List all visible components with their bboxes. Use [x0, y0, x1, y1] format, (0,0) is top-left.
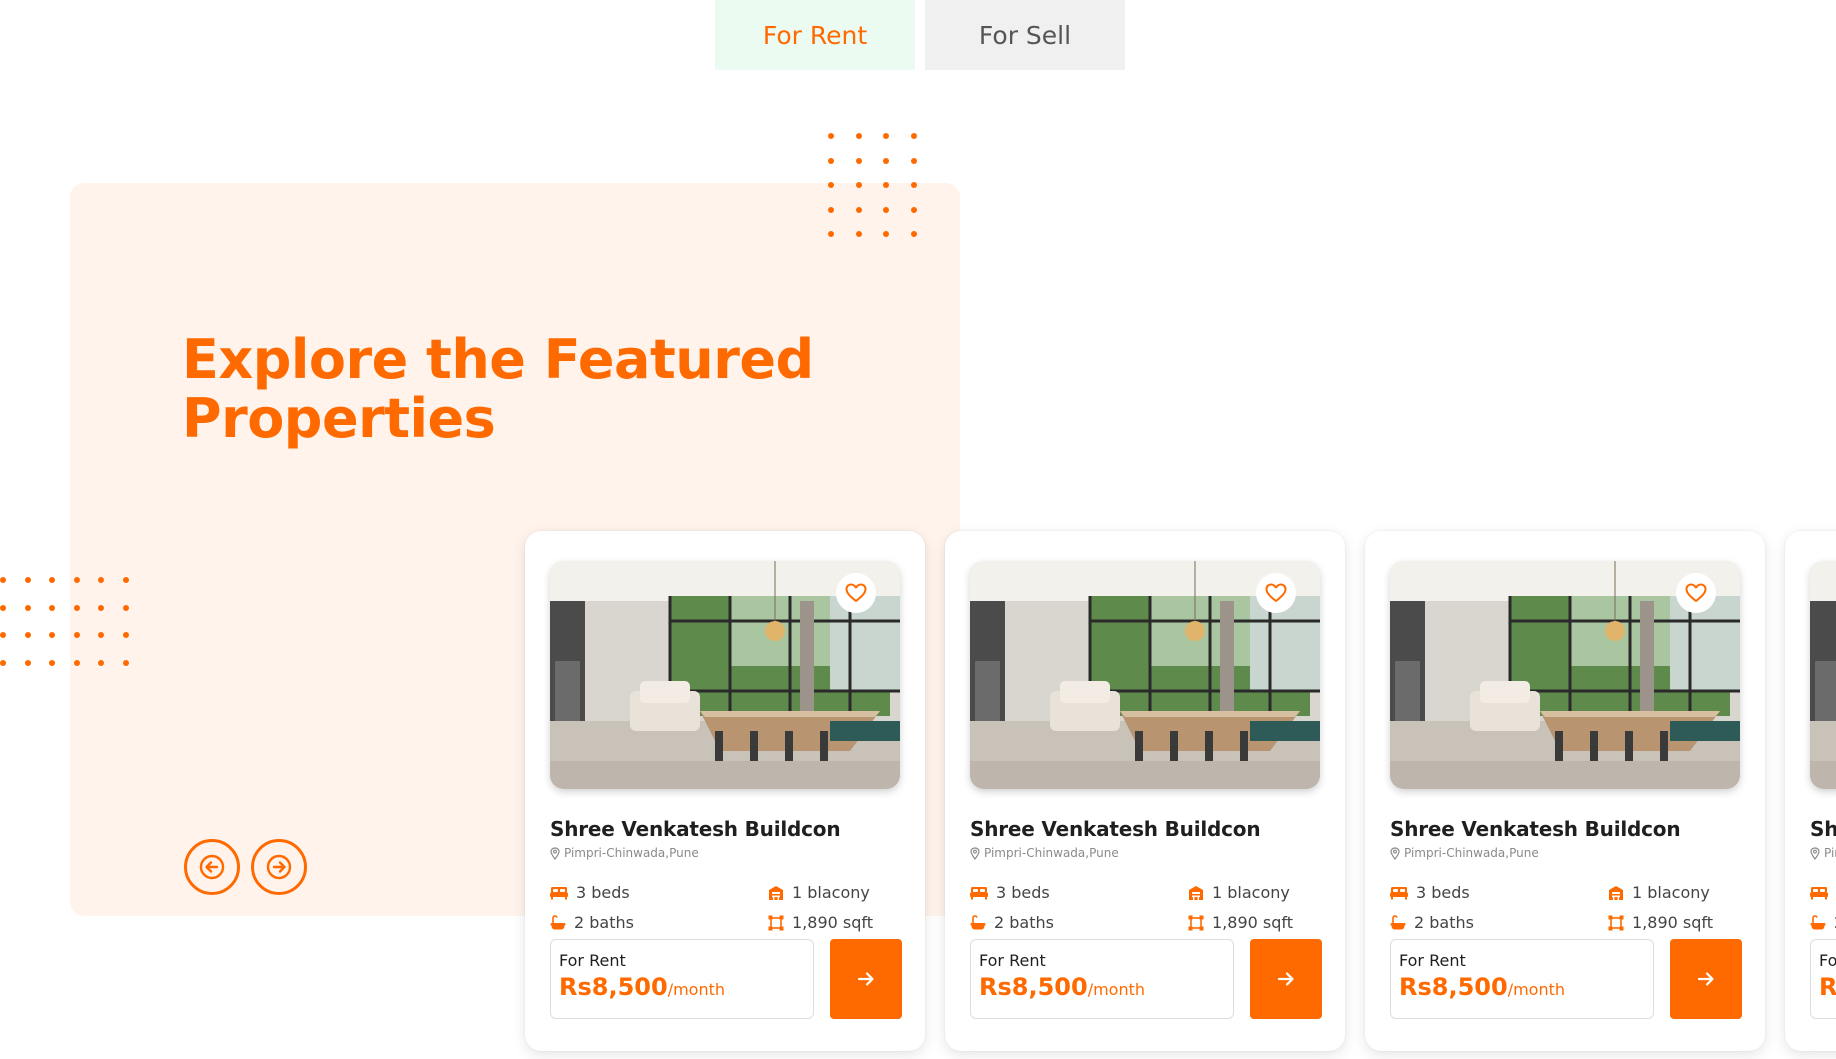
arrow-right-icon — [1697, 972, 1714, 986]
property-location: Pimpri-Chinwada,Pune — [1810, 846, 1836, 860]
area-info: 1,890 sqft — [768, 913, 873, 932]
bath-icon — [1390, 914, 1406, 929]
bath-icon — [1810, 914, 1826, 929]
location-text: Pimpri-Chinwada,Pune — [1404, 846, 1539, 860]
beds-info: 3 beds — [1810, 883, 1836, 902]
bed-icon — [1390, 886, 1408, 899]
heart-icon — [1685, 583, 1707, 602]
location-text: Pimpri-Chinwada,Pune — [564, 846, 699, 860]
location-text: Pimpri-Chinwada,Pune — [1824, 846, 1836, 860]
property-card: Shree Venkatesh Buildcon Pimpri-Chinwada… — [1785, 531, 1836, 1051]
property-location: Pimpri-Chinwada,Pune — [1390, 846, 1539, 860]
price-value: Rs8,500 — [1819, 973, 1836, 1001]
property-location: Pimpri-Chinwada,Pune — [550, 846, 699, 860]
bath-icon — [550, 914, 566, 929]
listing-status: For Rent — [979, 951, 1046, 970]
balcony-icon — [1189, 885, 1203, 900]
balcony-icon — [769, 885, 783, 900]
location-pin-icon — [1810, 846, 1820, 860]
bath-icon — [970, 914, 986, 929]
property-card: Shree Venkatesh Buildcon Pimpri-Chinwada… — [945, 531, 1345, 1051]
property-carousel: Shree Venkatesh Buildcon Pimpri-Chinwada… — [0, 0, 1836, 1059]
balcony-text: 1 blacony — [1632, 883, 1710, 902]
area-icon — [1608, 915, 1624, 930]
beds-info: 3 beds — [970, 883, 1050, 902]
price-box: For Rent Rs8,500/month — [1810, 939, 1836, 1019]
area-text: 1,890 sqft — [1632, 913, 1714, 932]
balcony-text: 1 blacony — [792, 883, 870, 902]
price-value: Rs8,500 — [979, 973, 1088, 1001]
property-name[interactable]: Shree Venkatesh Buildcon — [970, 817, 1261, 841]
price-value: Rs8,500 — [559, 973, 668, 1001]
heart-icon — [845, 583, 867, 602]
price-box: For Rent Rs8,500/month — [550, 939, 814, 1019]
property-card: Shree Venkatesh Buildcon Pimpri-Chinwada… — [525, 531, 925, 1051]
arrow-right-icon — [857, 972, 874, 986]
price-period: /month — [1507, 980, 1566, 999]
heart-icon — [1265, 583, 1287, 602]
bed-icon — [1810, 886, 1828, 899]
area-text: 1,890 sqft — [792, 913, 874, 932]
property-location: Pimpri-Chinwada,Pune — [970, 846, 1119, 860]
location-pin-icon — [970, 846, 980, 860]
baths-info: 2 baths — [1390, 913, 1474, 932]
beds-text: 3 beds — [576, 883, 630, 902]
beds-text: 3 beds — [1416, 883, 1470, 902]
view-property-button[interactable] — [1670, 939, 1742, 1019]
view-property-button[interactable] — [830, 939, 902, 1019]
area-icon — [768, 915, 784, 930]
baths-info: 2 baths — [970, 913, 1054, 932]
property-name[interactable]: Shree Venkatesh Buildcon — [1810, 817, 1836, 841]
baths-text: 2 baths — [574, 913, 634, 932]
baths-info: 2 baths — [1810, 913, 1836, 932]
location-text: Pimpri-Chinwada,Pune — [984, 846, 1119, 860]
property-name[interactable]: Shree Venkatesh Buildcon — [550, 817, 841, 841]
price-period: /month — [667, 980, 726, 999]
property-photo[interactable] — [1810, 561, 1836, 789]
baths-info: 2 baths — [550, 913, 634, 932]
balcony-info: 1 blacony — [768, 883, 870, 902]
price-box: For Rent Rs8,500/month — [970, 939, 1234, 1019]
area-text: 1,890 sqft — [1212, 913, 1294, 932]
favorite-button[interactable] — [836, 573, 876, 613]
beds-text: 3 beds — [996, 883, 1050, 902]
baths-text: 2 baths — [994, 913, 1054, 932]
listing-status: For Rent — [559, 951, 626, 970]
balcony-text: 1 blacony — [1212, 883, 1290, 902]
bed-icon — [970, 886, 988, 899]
balcony-icon — [1609, 885, 1623, 900]
balcony-info: 1 blacony — [1608, 883, 1710, 902]
baths-text: 2 baths — [1414, 913, 1474, 932]
listing-status: For Rent — [1399, 951, 1466, 970]
property-photo-image — [1810, 561, 1836, 789]
listing-status: For Rent — [1819, 951, 1836, 970]
location-pin-icon — [1390, 846, 1400, 860]
area-info: 1,890 sqft — [1188, 913, 1293, 932]
bed-icon — [550, 886, 568, 899]
balcony-info: 1 blacony — [1188, 883, 1290, 902]
area-icon — [1188, 915, 1204, 930]
arrow-right-icon — [1277, 972, 1294, 986]
price-period: /month — [1087, 980, 1146, 999]
beds-info: 3 beds — [1390, 883, 1470, 902]
beds-info: 3 beds — [550, 883, 630, 902]
view-property-button[interactable] — [1250, 939, 1322, 1019]
favorite-button[interactable] — [1256, 573, 1296, 613]
price-value: Rs8,500 — [1399, 973, 1508, 1001]
property-card: Shree Venkatesh Buildcon Pimpri-Chinwada… — [1365, 531, 1765, 1051]
location-pin-icon — [550, 846, 560, 860]
price-box: For Rent Rs8,500/month — [1390, 939, 1654, 1019]
favorite-button[interactable] — [1676, 573, 1716, 613]
property-name[interactable]: Shree Venkatesh Buildcon — [1390, 817, 1681, 841]
area-info: 1,890 sqft — [1608, 913, 1713, 932]
